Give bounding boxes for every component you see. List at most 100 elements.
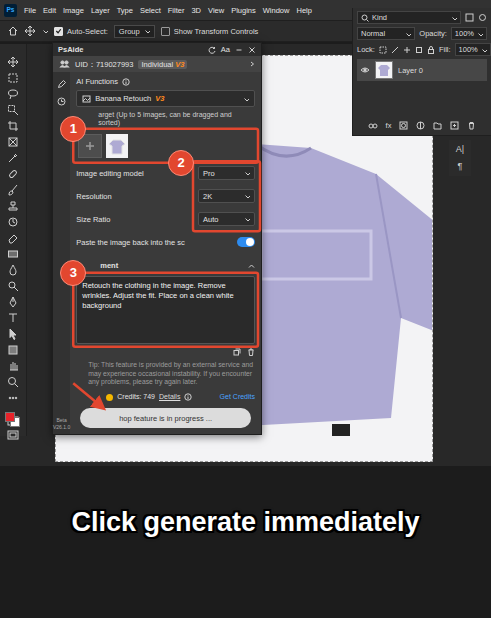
blend-mode-dropdown[interactable]: Normal bbox=[357, 27, 415, 40]
dodge-icon[interactable] bbox=[7, 280, 19, 292]
menu-item[interactable]: Layer bbox=[91, 6, 110, 15]
menu-item[interactable]: Window bbox=[263, 6, 290, 15]
chevron-right-icon[interactable] bbox=[249, 61, 255, 67]
healing-icon[interactable] bbox=[7, 168, 19, 180]
caption: Click generate immediately bbox=[0, 506, 491, 538]
app-logo: Ps bbox=[4, 4, 17, 17]
layer-row[interactable]: Layer 0 bbox=[357, 59, 487, 81]
move-tool-icon[interactable] bbox=[24, 25, 36, 37]
chevron-down-icon[interactable] bbox=[244, 193, 250, 199]
checkbox[interactable] bbox=[54, 27, 63, 36]
chevron-down-icon[interactable] bbox=[244, 170, 250, 176]
filter-image-icon[interactable] bbox=[465, 13, 474, 22]
move-icon[interactable] bbox=[7, 56, 19, 68]
lasso-icon[interactable] bbox=[7, 88, 19, 100]
history-icon[interactable] bbox=[57, 97, 66, 106]
dock-panel-button[interactable]: ¶ bbox=[458, 161, 463, 172]
pen-icon[interactable] bbox=[7, 296, 19, 308]
details-link[interactable]: Details bbox=[159, 393, 180, 401]
close-icon[interactable] bbox=[248, 46, 256, 54]
blur-icon[interactable] bbox=[7, 264, 19, 276]
chevron-down-icon[interactable] bbox=[144, 28, 150, 34]
folder-icon[interactable] bbox=[433, 121, 442, 130]
setting-dropdown[interactable]: Auto bbox=[198, 212, 255, 226]
menu-item[interactable]: Select bbox=[140, 6, 161, 15]
opacity-field[interactable]: 100% bbox=[451, 27, 487, 40]
brush-icon[interactable] bbox=[7, 184, 19, 196]
menu-item[interactable]: Image bbox=[63, 6, 84, 15]
path-select-icon[interactable] bbox=[7, 328, 19, 340]
filter-toggle-icon[interactable] bbox=[478, 13, 487, 22]
menu-item[interactable]: 3D bbox=[191, 6, 201, 15]
toggle-switch[interactable] bbox=[237, 237, 255, 247]
lock-pixels-icon[interactable] bbox=[379, 46, 387, 54]
collapse-caret-icon[interactable] bbox=[248, 263, 255, 269]
menu-item[interactable]: Filter bbox=[168, 6, 185, 15]
auto-select-option[interactable]: Auto-Select: bbox=[54, 27, 108, 36]
lock-position-icon[interactable] bbox=[403, 46, 411, 54]
font-size-button[interactable]: Aa bbox=[221, 45, 230, 54]
trash-icon[interactable] bbox=[247, 348, 255, 357]
menu-item[interactable]: Help bbox=[296, 6, 311, 15]
type-tool-icon[interactable] bbox=[7, 312, 19, 324]
chevron-down-icon[interactable] bbox=[244, 216, 250, 222]
hand-icon[interactable] bbox=[7, 360, 19, 372]
chevron-down-icon[interactable] bbox=[451, 15, 457, 21]
home-icon[interactable] bbox=[8, 26, 18, 36]
trash-icon[interactable] bbox=[467, 121, 476, 130]
more-tools-icon[interactable] bbox=[7, 392, 19, 404]
refresh-icon[interactable] bbox=[208, 46, 216, 54]
gradient-icon[interactable] bbox=[7, 248, 19, 260]
chevron-down-icon[interactable] bbox=[477, 31, 483, 37]
marquee-icon[interactable] bbox=[7, 72, 19, 84]
fill-field[interactable]: 100% bbox=[455, 43, 491, 56]
lock-paint-icon[interactable] bbox=[391, 46, 399, 54]
crop-icon[interactable] bbox=[7, 120, 19, 132]
chevron-down-icon[interactable] bbox=[42, 28, 48, 34]
history-brush-icon[interactable] bbox=[7, 216, 19, 228]
shape-icon[interactable] bbox=[7, 344, 19, 356]
setting-dropdown[interactable]: 2K bbox=[198, 189, 255, 203]
prompt-heading[interactable]: ment bbox=[76, 260, 255, 272]
copy-icon[interactable] bbox=[233, 348, 241, 357]
transform-controls-option[interactable]: Show Transform Controls bbox=[161, 27, 259, 36]
lock-artboard-icon[interactable] bbox=[415, 46, 423, 54]
chevron-down-icon[interactable] bbox=[405, 31, 411, 37]
auto-select-target-dropdown[interactable]: Group bbox=[114, 25, 155, 38]
new-layer-icon[interactable] bbox=[450, 121, 459, 130]
menu-item[interactable]: View bbox=[208, 6, 224, 15]
adjustment-icon[interactable] bbox=[416, 121, 425, 130]
dock-panel-button[interactable]: A| bbox=[456, 144, 464, 155]
screen-mode-icon[interactable] bbox=[7, 430, 19, 440]
minimize-icon[interactable] bbox=[235, 46, 243, 54]
link-icon[interactable] bbox=[368, 122, 378, 130]
setting-dropdown[interactable]: Pro bbox=[198, 166, 255, 180]
add-image-button[interactable] bbox=[78, 134, 102, 158]
eyedropper-icon[interactable] bbox=[7, 152, 19, 164]
chevron-down-icon[interactable] bbox=[243, 96, 249, 102]
edit-icon[interactable] bbox=[57, 80, 66, 89]
menu-item[interactable]: Edit bbox=[43, 6, 56, 15]
lock-all-icon[interactable] bbox=[427, 46, 435, 54]
chevron-down-icon[interactable] bbox=[481, 47, 487, 53]
menu-item[interactable]: Plugins bbox=[231, 6, 256, 15]
get-credits-link[interactable]: Get Credits bbox=[220, 393, 255, 401]
account-row[interactable]: UID：719027993IndividualV3 bbox=[53, 56, 261, 72]
foreground-swatch[interactable] bbox=[5, 412, 15, 422]
prompt-field[interactable]: Retouch the clothing in the image. Remov… bbox=[76, 276, 255, 344]
frame-icon[interactable] bbox=[7, 136, 19, 148]
function-dropdown[interactable]: Banana RetouchV3 bbox=[76, 90, 255, 107]
zoom-icon[interactable] bbox=[7, 376, 19, 388]
layer-filter-dropdown[interactable]: Kind bbox=[357, 11, 461, 24]
effects-button[interactable]: fx bbox=[386, 121, 392, 130]
eraser-icon[interactable] bbox=[7, 232, 19, 244]
generate-button[interactable]: hop feature is in progress ... bbox=[80, 408, 251, 428]
mask-icon[interactable] bbox=[399, 121, 408, 130]
menu-item[interactable]: File bbox=[24, 6, 36, 15]
eye-icon[interactable] bbox=[360, 66, 370, 74]
stamp-icon[interactable] bbox=[7, 200, 19, 212]
target-image[interactable] bbox=[106, 134, 128, 158]
menu-item[interactable]: Type bbox=[117, 6, 133, 15]
object-select-icon[interactable] bbox=[7, 104, 19, 116]
checkbox[interactable] bbox=[161, 27, 170, 36]
